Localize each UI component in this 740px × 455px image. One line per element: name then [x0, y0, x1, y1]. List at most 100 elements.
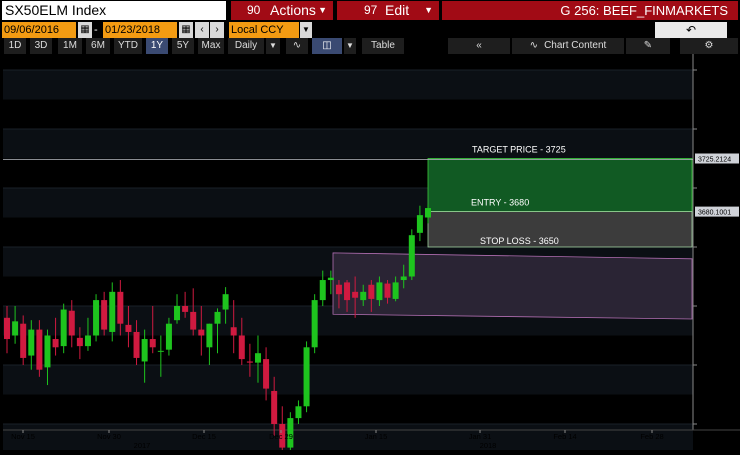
period-6m[interactable]: 6M — [86, 38, 110, 54]
candle-body — [352, 291, 359, 298]
candle-body — [246, 361, 253, 363]
candle-body — [165, 323, 172, 350]
undo-icon: ↶ — [685, 23, 697, 37]
year-label: 2017 — [134, 441, 151, 450]
undo-button[interactable]: ↶ — [655, 22, 727, 38]
actions-number: 90 — [247, 3, 261, 17]
start-date-field[interactable]: 09/06/2016 — [2, 22, 76, 38]
candle-body — [93, 300, 100, 336]
candle-body — [222, 294, 229, 310]
previous-arrow-icon[interactable]: ‹ — [195, 22, 209, 38]
candle-body — [230, 327, 237, 336]
table-button[interactable]: Table — [362, 38, 404, 54]
currency-select[interactable]: Local CCY — [229, 22, 299, 38]
gear-icon[interactable]: ⚙ — [680, 38, 738, 54]
period-1d[interactable]: 1D — [4, 38, 26, 54]
candlestick-chart: TARGET PRICE - 3725 ENTRY - 3680 STOP LOSS… — [3, 11, 740, 455]
entry-label: ENTRY - 3680 — [471, 198, 529, 208]
y-tick-label: 3650.000 — [700, 243, 731, 252]
chevron-down-icon[interactable]: ▼ — [266, 38, 280, 54]
period-3d[interactable]: 3D — [30, 38, 52, 54]
pen-icon[interactable]: ✎ — [626, 38, 670, 54]
candle-body — [214, 311, 221, 324]
candle-body — [254, 353, 261, 363]
candle-body — [157, 350, 164, 352]
candle-body — [4, 317, 10, 340]
year-label: 2018 — [480, 441, 497, 450]
period-1m[interactable]: 1M — [58, 38, 82, 54]
chart-content-label: Chart Content — [544, 40, 607, 51]
candle-body — [141, 339, 148, 362]
security-field[interactable]: SX50ELM Index — [2, 1, 226, 20]
candle-body — [206, 323, 213, 348]
calendar-icon[interactable]: ▦ — [179, 22, 193, 38]
frequency-select[interactable]: Daily — [228, 38, 264, 54]
candle-body — [174, 306, 181, 321]
calendar-icon[interactable]: ▦ — [78, 22, 92, 38]
y-tick-label: 3600.000 — [700, 302, 731, 311]
candle-body — [376, 282, 383, 301]
title-bar: SX50ELM Index 90 Actions ▼ 97 Edit ▼ G 2… — [0, 0, 740, 21]
candle-body — [190, 311, 197, 330]
candle-body — [271, 390, 278, 424]
screen-title: G 256: BEEF_FINMARKETS — [442, 1, 738, 20]
candle-body — [335, 284, 342, 295]
target-price-label: TARGET PRICE - 3725 — [472, 145, 566, 155]
candle-body — [327, 277, 334, 281]
edit-menu[interactable]: 97 Edit ▼ — [337, 1, 439, 20]
candle-body — [416, 215, 423, 233]
collapse-icon[interactable]: « — [448, 38, 510, 54]
candle-body — [295, 406, 302, 419]
candle-body — [109, 291, 116, 332]
candle-body — [133, 331, 140, 358]
x-tick-label: Nov 15 — [11, 432, 35, 441]
target-zone — [427, 158, 693, 212]
candle-body — [400, 276, 407, 281]
candle-body — [408, 235, 415, 277]
candle-body — [263, 359, 270, 389]
end-date-field[interactable]: 01/23/2018 — [103, 22, 177, 38]
chart-icon: ∿ — [529, 40, 539, 51]
chart-content-button[interactable]: ∿ Chart Content — [512, 38, 624, 54]
grid-band — [3, 365, 693, 395]
grid-band — [3, 70, 693, 100]
line-chart-icon[interactable]: ∿ — [286, 38, 308, 54]
x-tick-label: Dec 29 — [269, 432, 293, 441]
y-tick-label: 3750.000 — [700, 125, 731, 134]
chevron-down-icon[interactable]: ▼ — [344, 38, 356, 54]
chevron-down-icon: ▼ — [318, 5, 327, 15]
period-ytd[interactable]: YTD — [114, 38, 142, 54]
candle-body — [384, 283, 391, 298]
y-tick-label: 3800.000 — [700, 66, 731, 75]
next-arrow-icon[interactable]: › — [210, 22, 224, 38]
actions-menu[interactable]: 90 Actions ▼ — [231, 1, 333, 20]
candle-body — [360, 291, 367, 301]
stop-loss-label: STOP LOSS - 3650 — [480, 236, 559, 246]
x-tick-label: Nov 30 — [97, 432, 121, 441]
x-tick-label: Dec 15 — [192, 432, 216, 441]
edit-number: 97 — [364, 3, 378, 17]
x-tick-label: Feb 28 — [640, 432, 663, 441]
period-1y[interactable]: 1Y — [146, 38, 168, 54]
candle-body — [311, 300, 318, 348]
date-separator: - — [94, 24, 98, 36]
chevron-down-icon[interactable]: ▼ — [300, 22, 312, 38]
period-5y[interactable]: 5Y — [172, 38, 194, 54]
x-tick-label: Jan 31 — [469, 432, 492, 441]
x-tick-label: Jan 15 — [365, 432, 388, 441]
period-max[interactable]: Max — [198, 38, 224, 54]
candle-body — [303, 347, 310, 407]
candle-body — [101, 300, 108, 330]
candle-body — [68, 310, 75, 336]
candle-body — [20, 323, 27, 358]
actions-label: Actions — [270, 2, 316, 18]
candlestick-icon[interactable]: ◫ — [312, 38, 342, 54]
y-tick-label: 3500.000 — [700, 420, 731, 429]
candle-body — [52, 339, 59, 348]
candle-body — [60, 309, 67, 347]
grid-band — [3, 129, 693, 159]
candle-body — [198, 329, 205, 336]
last-price-tag: 3680.1001 — [698, 210, 731, 217]
candle-body — [84, 335, 91, 347]
candle-body — [44, 335, 51, 368]
